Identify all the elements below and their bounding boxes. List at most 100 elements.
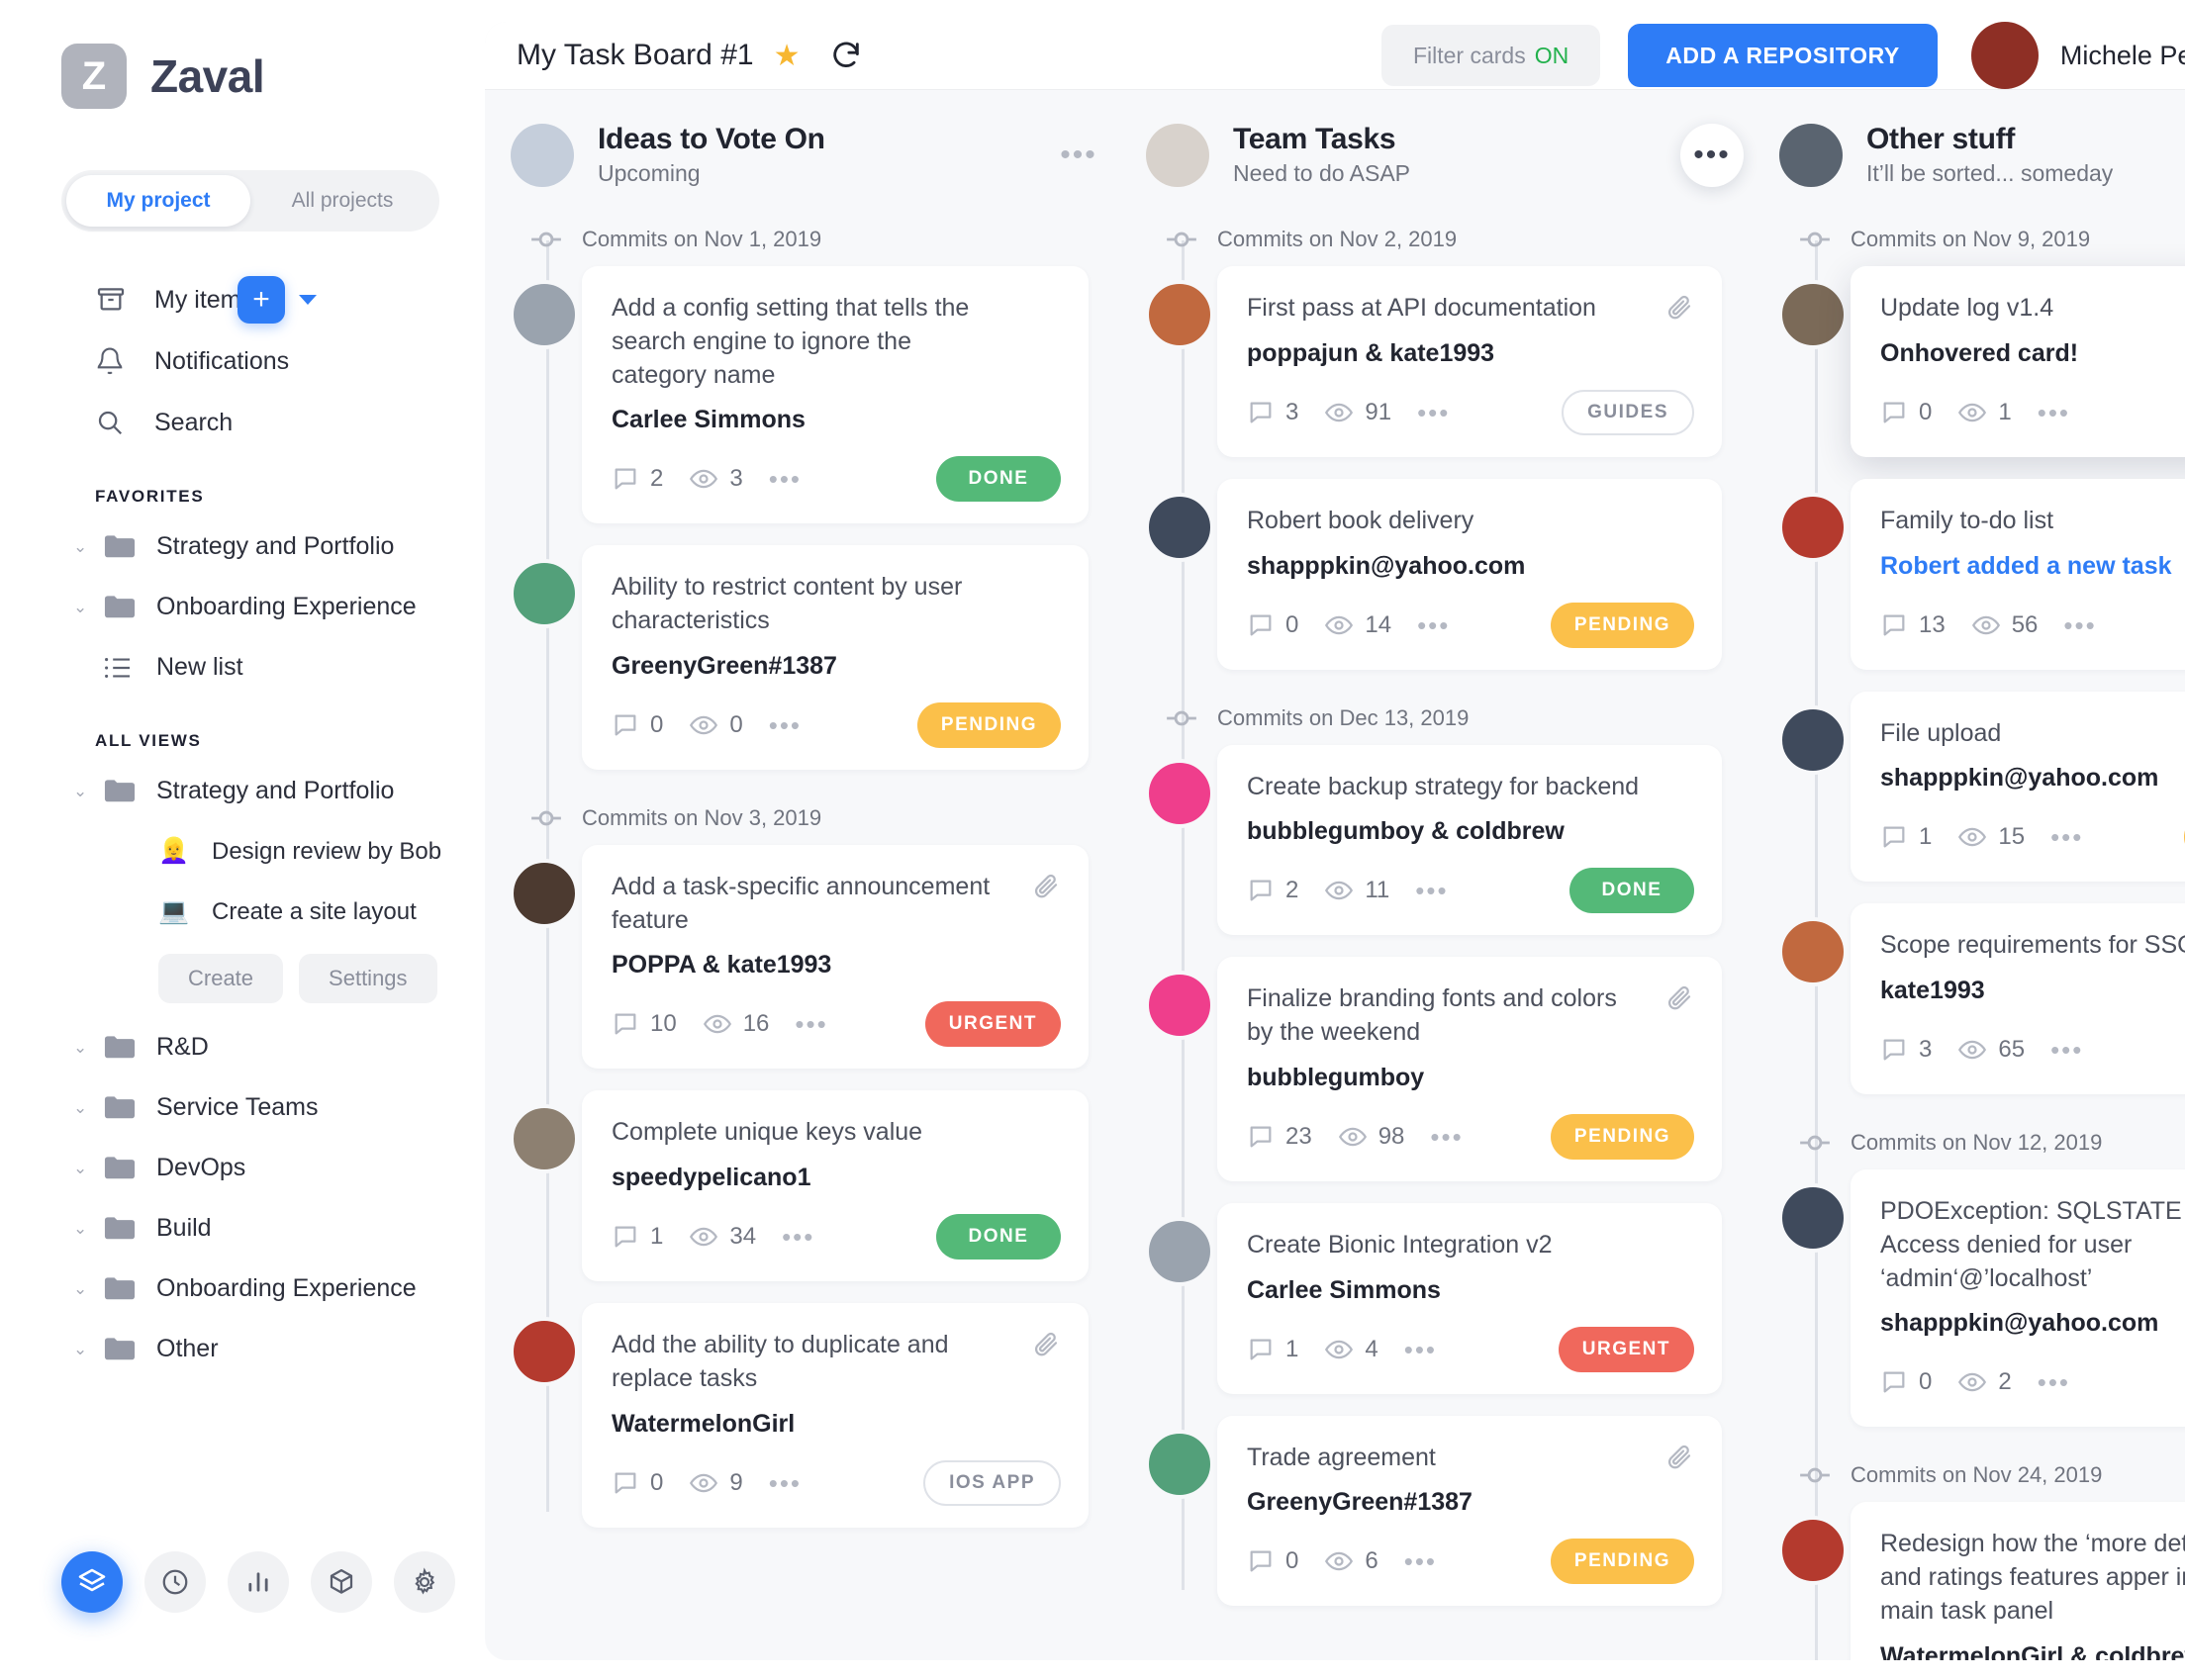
tab-all-projects[interactable]: All projects (250, 175, 434, 227)
star-icon[interactable]: ★ (774, 39, 801, 73)
task-more-button[interactable]: ••• (769, 712, 802, 738)
task-more-button[interactable]: ••• (2050, 1037, 2083, 1063)
column-menu-button[interactable]: ••• (1047, 124, 1110, 187)
sidebar-item-strategy-and-portfolio[interactable]: ⌄ Strategy and Portfolio (0, 761, 485, 821)
attachment-icon[interactable] (1031, 871, 1061, 900)
sidebar-item-label: Search (154, 408, 234, 436)
task-card[interactable]: Trade agreement GreenyGreen#1387 0 6 ••• PEND… (1217, 1415, 1722, 1607)
attachment-icon[interactable] (1664, 292, 1694, 322)
task-card[interactable]: Add the ability to duplicate and replace… (582, 1303, 1089, 1528)
comment-count: 2 (650, 465, 664, 493)
status-badge[interactable]: DONE (936, 1214, 1061, 1260)
chevron-down-icon[interactable]: ⌄ (73, 1038, 99, 1058)
add-button[interactable]: + (238, 276, 285, 324)
sidebar-item-notifications[interactable]: Notifications (0, 330, 485, 392)
sidebar-item-devops[interactable]: ⌄ DevOps (0, 1138, 485, 1198)
attachment-icon[interactable] (1031, 1329, 1061, 1358)
task-more-button[interactable]: ••• (769, 1470, 802, 1496)
task-more-button[interactable]: ••• (1415, 878, 1448, 903)
task-more-button[interactable]: ••• (2038, 1369, 2070, 1395)
task-subtitle[interactable]: Robert added a new task (1880, 552, 2185, 581)
task-card[interactable]: Add a task-specific announcement feature… (582, 844, 1089, 1070)
task-card-row: Update log v1.4Onhovered card!01•••DONE (1778, 266, 2185, 457)
tab-my-project[interactable]: My project (66, 175, 250, 227)
settings-button[interactable]: Settings (299, 954, 437, 1003)
task-card[interactable]: Redesign how the ‘more details’ and rati… (1851, 1502, 2185, 1660)
attachment-icon[interactable] (1664, 1442, 1694, 1471)
status-badge[interactable]: IOS APP (923, 1459, 1061, 1506)
status-badge[interactable]: PENDING (916, 701, 1061, 748)
task-card[interactable]: PDOException: SQLSTATE [1045] Access den… (1851, 1169, 2185, 1428)
task-more-button[interactable]: ••• (2050, 824, 2083, 850)
status-badge[interactable]: URGENT (1558, 1326, 1694, 1372)
task-more-button[interactable]: ••• (769, 466, 802, 492)
task-card[interactable]: First pass at API documentation poppajun … (1217, 266, 1722, 457)
sidebar-item-other[interactable]: ⌄ Other (0, 1319, 485, 1379)
chevron-down-icon[interactable]: ⌄ (73, 782, 99, 801)
task-more-button[interactable]: ••• (1404, 1337, 1437, 1362)
dock-history-button[interactable] (144, 1551, 206, 1613)
user-menu[interactable]: Michele Penisboro (1970, 22, 2185, 89)
task-more-button[interactable]: ••• (1417, 612, 1450, 638)
task-card[interactable]: Family to-do list Robert added a new task… (1851, 478, 2185, 670)
task-card[interactable]: Ability to restrict content by user char… (582, 545, 1089, 770)
chevron-down-icon[interactable]: ⌄ (73, 1159, 99, 1178)
refresh-icon[interactable] (829, 39, 863, 72)
sidebar-item-my-items[interactable]: My items + (0, 269, 485, 330)
sidebar-item-favorite-strategy[interactable]: ⌄ Strategy and Portfolio (0, 516, 485, 577)
chevron-down-icon[interactable]: ⌄ (73, 1279, 99, 1299)
chevron-down-icon[interactable]: ⌄ (73, 1098, 99, 1118)
project-scope-switcher[interactable]: My project All projects (61, 170, 439, 232)
add-repository-button[interactable]: ADD A REPOSITORY (1628, 24, 1938, 87)
status-badge[interactable]: DONE (1569, 868, 1694, 914)
comment-icon (612, 1223, 639, 1251)
chevron-down-icon[interactable]: ⌄ (73, 1219, 99, 1239)
sidebar-item-rd[interactable]: ⌄ R&D (0, 1017, 485, 1077)
status-badge[interactable]: PENDING (1550, 602, 1694, 648)
sidebar-item-search[interactable]: Search (0, 392, 485, 453)
sidebar-item-favorite-onboarding[interactable]: ⌄ Onboarding Experience (0, 577, 485, 637)
comment-count: 2 (1285, 877, 1299, 904)
task-more-button[interactable]: ••• (1404, 1548, 1437, 1574)
task-card[interactable]: File uploadshapppkin@yahoo.com115•••PEND… (1851, 691, 2185, 883)
task-card[interactable]: Complete unique keys value speedypelicano… (582, 1090, 1089, 1281)
add-dropdown-caret-icon[interactable] (299, 295, 317, 305)
task-subtitle: kate1993 (1880, 977, 1985, 1004)
status-badge[interactable]: URGENT (924, 1001, 1061, 1048)
filter-cards-toggle[interactable]: Filter cards ON (1380, 25, 1601, 86)
attachment-icon[interactable] (1664, 982, 1694, 1012)
task-more-button[interactable]: ••• (795, 1011, 827, 1037)
sidebar-item-onboarding-experience[interactable]: ⌄ Onboarding Experience (0, 1259, 485, 1319)
sidebar-item-design-review[interactable]: 👱‍♀️ Design review by Bob (0, 821, 485, 882)
sidebar-item-service-teams[interactable]: ⌄ Service Teams (0, 1077, 485, 1138)
task-card[interactable]: Scope requirements for SSO kate1993 3 65 •••… (1851, 903, 2185, 1094)
task-card[interactable]: Update log v1.4Onhovered card!01•••DONE (1851, 266, 2185, 457)
status-badge[interactable]: DONE (936, 456, 1061, 503)
dock-reports-button[interactable] (228, 1551, 289, 1613)
comment-count: 1 (1919, 823, 1933, 851)
dock-layers-button[interactable] (61, 1551, 123, 1613)
task-card[interactable]: Create backup strategy for backend bubble… (1217, 744, 1722, 936)
dock-packages-button[interactable] (311, 1551, 372, 1613)
task-more-button[interactable]: ••• (782, 1224, 814, 1250)
task-more-button[interactable]: ••• (2063, 612, 2096, 638)
sidebar-item-create-site-layout[interactable]: 💻 Create a site layout (0, 882, 485, 942)
task-more-button[interactable]: ••• (1430, 1124, 1463, 1150)
create-button[interactable]: Create (158, 954, 284, 1003)
dock-settings-button[interactable] (394, 1551, 455, 1613)
sidebar-item-build[interactable]: ⌄ Build (0, 1198, 485, 1259)
column-menu-button[interactable]: ••• (1680, 123, 1744, 187)
task-card[interactable]: Robert book delivery shapppkin@yahoo.com 0… (1217, 478, 1722, 670)
task-more-button[interactable]: ••• (2038, 400, 2070, 425)
chevron-down-icon[interactable]: ⌄ (73, 537, 99, 557)
sidebar-item-new-list[interactable]: New list (0, 637, 485, 698)
task-card[interactable]: Add a config setting that tells the sear… (582, 266, 1089, 524)
status-badge[interactable]: PENDING (1550, 1539, 1694, 1585)
task-card[interactable]: Finalize branding fonts and colors by th… (1217, 957, 1722, 1181)
chevron-down-icon[interactable]: ⌄ (73, 598, 99, 617)
status-badge[interactable]: GUIDES (1562, 389, 1694, 435)
status-badge[interactable]: PENDING (1550, 1113, 1694, 1160)
task-more-button[interactable]: ••• (1417, 400, 1450, 425)
task-card[interactable]: Create Bionic Integration v2 Carlee Simmo… (1217, 1202, 1722, 1394)
chevron-down-icon[interactable]: ⌄ (73, 1340, 99, 1359)
